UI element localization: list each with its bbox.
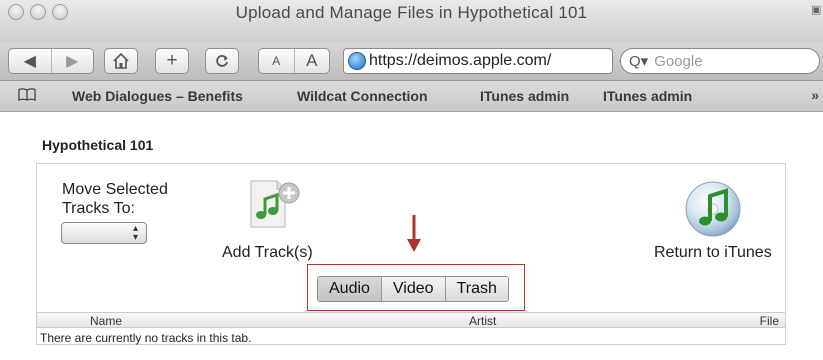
text-larger-button[interactable]: A — [293, 49, 330, 73]
itunes-icon[interactable] — [684, 180, 742, 238]
column-name[interactable]: Name — [90, 314, 122, 328]
window-title: Upload and Manage Files in Hypothetical … — [235, 3, 588, 22]
tracks-table-header: Name Artist File — [37, 312, 785, 328]
forward-arrow-icon[interactable]: ▶ — [50, 49, 94, 73]
empty-tracks-message: There are currently no tracks in this ta… — [40, 331, 252, 345]
url-text: https://deimos.apple.com/ — [369, 52, 552, 69]
window-titlebar: Upload and Manage Files in Hypothetical … — [0, 0, 823, 43]
address-bar[interactable]: https://deimos.apple.com/ ▴ — [343, 48, 625, 74]
search-placeholder: Google — [654, 52, 703, 70]
add-tracks-icon[interactable] — [243, 175, 305, 231]
tab-audio[interactable]: Audio — [318, 277, 381, 301]
bookmark-wildcat-connection[interactable]: Wildcat Connection — [297, 88, 428, 104]
home-button[interactable] — [104, 48, 138, 74]
plus-icon: + — [166, 50, 178, 71]
column-artist[interactable]: Artist — [469, 314, 496, 328]
track-tabs: Audio Video Trash — [317, 276, 509, 302]
column-file[interactable]: File — [760, 314, 779, 328]
return-to-itunes-link[interactable]: Return to iTunes — [654, 244, 772, 262]
home-icon — [113, 52, 129, 69]
bookmark-itunes-admin-2[interactable]: ITunes admin — [603, 88, 692, 104]
add-bookmark-button[interactable]: + — [155, 48, 189, 74]
search-field[interactable]: Q▾ Google — [620, 48, 820, 74]
bookmarks-book-icon[interactable] — [18, 88, 36, 101]
bookmark-web-dialogues[interactable]: Web Dialogues – Benefits — [72, 88, 243, 104]
tab-trash[interactable]: Trash — [444, 277, 508, 301]
select-stepper-icon: ▴ ▾ — [132, 223, 138, 243]
move-tracks-label: Move Selected Tracks To: — [62, 181, 168, 217]
text-smaller-button[interactable]: A — [259, 49, 294, 73]
move-destination-select[interactable]: ▴ ▾ — [61, 222, 147, 244]
search-icon: Q▾ — [629, 53, 649, 70]
page-title: Hypothetical 101 — [42, 137, 154, 153]
annotation-arrow-icon — [407, 215, 421, 252]
add-tracks-label[interactable]: Add Track(s) — [222, 244, 313, 262]
bookmark-itunes-admin-1[interactable]: ITunes admin — [480, 88, 569, 104]
back-arrow-icon[interactable]: ◀ — [9, 49, 51, 73]
browser-toolbar: ◀ ▶ + A A https://deimos.apple.com/ ▴ Q▾… — [0, 42, 823, 81]
bookmarks-bar: Web Dialogues – Benefits Wildcat Connect… — [0, 81, 823, 112]
reload-button[interactable] — [205, 48, 239, 74]
bookmarks-overflow-icon[interactable]: » — [811, 87, 819, 103]
lock-icon: ▣ — [811, 4, 822, 16]
text-size-control: A A — [258, 48, 330, 74]
reload-icon — [216, 55, 228, 67]
tab-video[interactable]: Video — [380, 277, 445, 301]
globe-icon — [348, 52, 366, 70]
back-forward-control: ◀ ▶ — [8, 48, 94, 74]
